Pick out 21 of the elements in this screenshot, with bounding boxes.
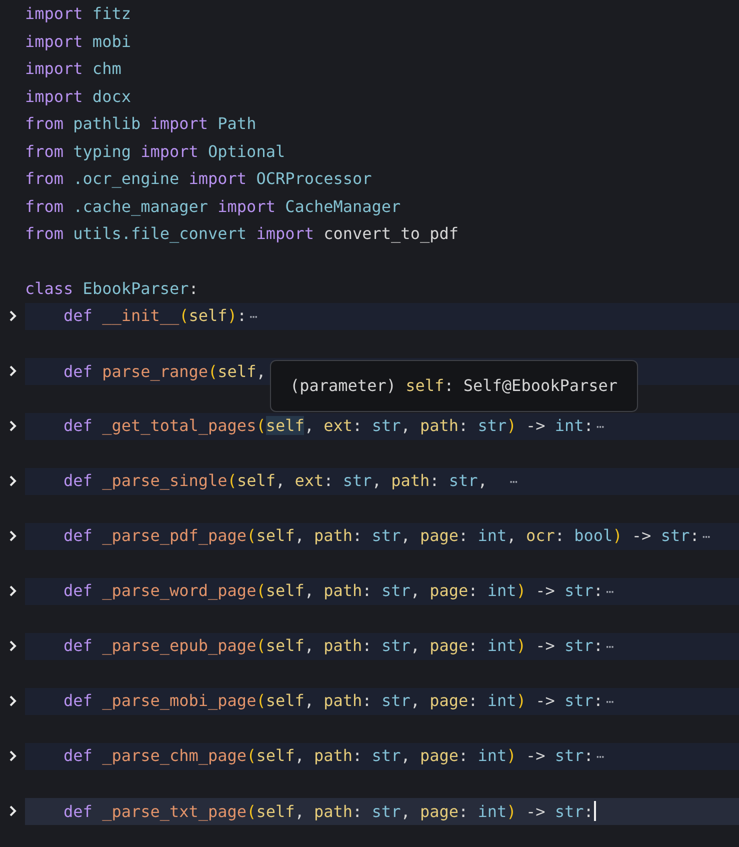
code-line: def _parse_epub_page(self, path: str, page: int) -> str: ⋯ — [62, 634, 614, 657]
code-line: class EbookParser: — [25, 278, 198, 300]
hover-tooltip: (parameter) self: Self@EbookParser — [270, 360, 638, 412]
code-line: def _parse_pdf_page(self, path: str, page: int, ocr: bool) -> str: ⋯ — [62, 524, 710, 547]
code-line: import chm — [25, 58, 122, 80]
code-line: def _parse_single(self, ext: str, path: str, ⋯ — [62, 470, 518, 492]
code-line: from pathlib import Path — [25, 113, 256, 135]
code-line: def parse_range(self, — [62, 360, 266, 383]
code-line: def __init__(self): ⋯ — [62, 304, 258, 327]
code-line: def _parse_mobi_page(self, path: str, page: int) -> str: ⋯ — [62, 690, 614, 712]
code-line: import mobi — [25, 30, 131, 52]
code-line: from .ocr_engine import OCRProcessor — [25, 168, 372, 190]
code-line: from utils.file_convert import convert_to_pdf — [25, 223, 458, 245]
code-line: def _get_total_pages(self, ext: str, path: str) -> int: ⋯ — [62, 414, 604, 437]
code-line: import docx — [25, 86, 131, 108]
code-line: def _parse_txt_page(self, path: str, page: int) -> str: — [62, 800, 594, 823]
code-line: def _parse_chm_page(self, path: str, page: int) -> str: ⋯ — [62, 744, 604, 767]
code-line: import fitz — [25, 3, 131, 25]
code-line: def _parse_word_page(self, path: str, page: int) -> str: ⋯ — [62, 580, 614, 602]
code-line: from typing import Optional — [25, 140, 286, 162]
code-line: from .cache_manager import CacheManager — [25, 196, 401, 218]
